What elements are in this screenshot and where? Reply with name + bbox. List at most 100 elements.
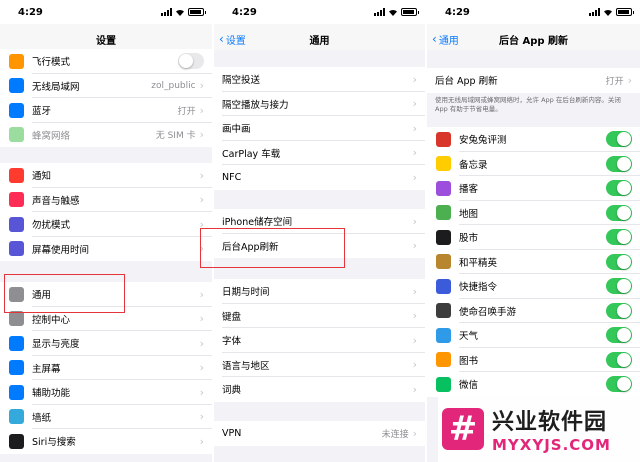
- settings-row[interactable]: 日期与时间 ›: [214, 279, 425, 304]
- status-bar: 4:29: [214, 0, 425, 24]
- antutu-icon: [436, 131, 451, 147]
- app-refresh-toggle[interactable]: [606, 155, 632, 172]
- settings-row[interactable]: 隔空投送 ›: [214, 67, 425, 92]
- settings-row[interactable]: CarPlay 车载 ›: [214, 141, 425, 166]
- chevron-right-icon: ›: [412, 333, 417, 347]
- chevron-right-icon: ›: [627, 73, 632, 87]
- app-refresh-toggle[interactable]: [606, 131, 632, 148]
- row-value: 未连接: [381, 429, 409, 440]
- settings-row[interactable]: 飞行模式: [0, 49, 212, 74]
- nav-bar: 设置: [0, 24, 212, 50]
- settings-row[interactable]: 无线局域网 zol_public ›: [0, 74, 212, 99]
- signal-icon: [374, 8, 385, 16]
- settings-row[interactable]: 后台App刷新 ›: [214, 234, 425, 259]
- app-refresh-toggle[interactable]: [606, 229, 632, 246]
- settings-row[interactable]: 声音与触感 ›: [0, 188, 212, 213]
- row-value: 无 SIM 卡: [155, 131, 196, 142]
- app-refresh-toggle[interactable]: [606, 376, 632, 393]
- app-row: 安兔兔评测: [427, 127, 640, 152]
- settings-row[interactable]: 主屏幕 ›: [0, 356, 212, 381]
- row-label: 日期与时间: [222, 287, 270, 299]
- moon-icon: [9, 216, 24, 232]
- settings-row[interactable]: iPhone储存空间 ›: [214, 209, 425, 234]
- wechat-icon: [436, 376, 451, 392]
- settings-group: 通用 › 控制中心 › 显示与亮度 › 主屏幕 › 辅助功能 › 墙纸 › Siri与搜索 ›: [0, 282, 212, 454]
- app-name: 备忘录: [459, 159, 488, 171]
- chevron-right-icon: ›: [412, 358, 417, 372]
- watermark-title: 兴业软件园: [492, 410, 608, 435]
- chevron-right-icon: ›: [412, 72, 417, 86]
- settings-row[interactable]: NFC ›: [214, 165, 425, 190]
- page-title: 设置: [96, 36, 116, 47]
- bluetooth-icon: [9, 102, 24, 118]
- settings-row[interactable]: 画中画 ›: [214, 116, 425, 141]
- row-label: 蜂窝网络: [32, 130, 71, 142]
- siri-icon: [9, 433, 24, 449]
- settings-row[interactable]: 蓝牙 打开 ›: [0, 98, 212, 123]
- app-name: 使命召唤手游: [459, 306, 517, 318]
- settings-row[interactable]: 辅助功能 ›: [0, 380, 212, 405]
- settings-row[interactable]: 控制中心 ›: [0, 307, 212, 332]
- chevron-right-icon: ›: [199, 103, 204, 117]
- weather-icon: [436, 327, 451, 343]
- cellular-icon: [9, 127, 24, 143]
- settings-row[interactable]: VPN 未连接 ›: [214, 421, 425, 446]
- chevron-right-icon: ›: [412, 214, 417, 228]
- chevron-right-icon: ›: [199, 79, 204, 93]
- settings-row[interactable]: 墙纸 ›: [0, 405, 212, 430]
- app-refresh-toggle[interactable]: [606, 327, 632, 344]
- control-center-icon: [9, 311, 24, 327]
- app-name: 安兔兔评测: [459, 135, 507, 147]
- settings-row[interactable]: 蜂窝网络 无 SIM 卡 ›: [0, 123, 212, 148]
- chevron-right-icon: ›: [412, 284, 417, 298]
- battery-icon: [188, 8, 206, 16]
- notification-icon: [9, 167, 24, 183]
- settings-row[interactable]: 词典 ›: [214, 377, 425, 402]
- app-refresh-toggle[interactable]: [606, 204, 632, 221]
- background-refresh-row[interactable]: 后台 App 刷新 打开 ›: [427, 68, 640, 93]
- settings-row[interactable]: 键盘 ›: [214, 304, 425, 329]
- app-name: 微信: [459, 380, 479, 392]
- chevron-right-icon: ›: [199, 336, 204, 350]
- watermark: # 兴业软件园 MYXYJS.COM: [438, 396, 640, 462]
- wifi-status-icon: [175, 8, 185, 16]
- settings-row[interactable]: 屏幕使用时间 ›: [0, 237, 212, 262]
- app-refresh-toggle[interactable]: [606, 180, 632, 197]
- settings-row[interactable]: 语言与地区 ›: [214, 353, 425, 378]
- row-label: NFC: [222, 171, 242, 183]
- row-label: 辅助功能: [32, 388, 71, 400]
- battery-icon: [616, 8, 634, 16]
- row-label: 词典: [222, 385, 242, 397]
- settings-row[interactable]: 通用 ›: [0, 282, 212, 307]
- gear-icon: [9, 286, 24, 302]
- settings-row[interactable]: 隔空播放与接力 ›: [214, 92, 425, 117]
- settings-row[interactable]: 显示与亮度 ›: [0, 331, 212, 356]
- page-title: 后台 App 刷新: [498, 36, 569, 47]
- app-row: 备忘录: [427, 152, 640, 177]
- app-name: 股市: [459, 233, 479, 245]
- cod-icon: [436, 303, 451, 319]
- settings-row[interactable]: 勿扰模式 ›: [0, 212, 212, 237]
- app-row: 快捷指令: [427, 274, 640, 299]
- settings-group: 隔空投送 › 隔空播放与接力 › 画中画 › CarPlay 车载 › NFC ›: [214, 67, 425, 190]
- row-value: 打开: [177, 106, 196, 117]
- app-refresh-toggle[interactable]: [606, 253, 632, 270]
- settings-row[interactable]: 字体 ›: [214, 328, 425, 353]
- row-label: Siri与搜索: [32, 437, 76, 449]
- background-refresh-screen: 4:29 ‹ 通用 后台 App 刷新 后台 App 刷新 打开 › 使用无线局域…: [427, 0, 640, 462]
- app-row: 天气: [427, 323, 640, 348]
- row-label: 显示与亮度: [32, 339, 80, 351]
- row-label: VPN: [222, 427, 242, 439]
- app-refresh-toggle[interactable]: [606, 278, 632, 295]
- settings-row[interactable]: Siri与搜索 ›: [0, 429, 212, 454]
- settings-screen: 4:29 设置 飞行模式 无线局域网 zol_public › 蓝牙 打开 › 蜂窝网络无 S…: [0, 0, 212, 462]
- settings-row[interactable]: 通知 ›: [0, 163, 212, 188]
- settings-group: 飞行模式 无线局域网 zol_public › 蓝牙 打开 › 蜂窝网络 无 SIM 卡 ›: [0, 49, 212, 147]
- app-refresh-toggle[interactable]: [606, 302, 632, 319]
- chevron-right-icon: ›: [199, 168, 204, 182]
- chevron-right-icon: ›: [199, 312, 204, 326]
- brightness-icon: [9, 335, 24, 351]
- toggle-switch[interactable]: [178, 53, 204, 70]
- app-refresh-toggle[interactable]: [606, 351, 632, 368]
- app-name: 播客: [459, 184, 479, 196]
